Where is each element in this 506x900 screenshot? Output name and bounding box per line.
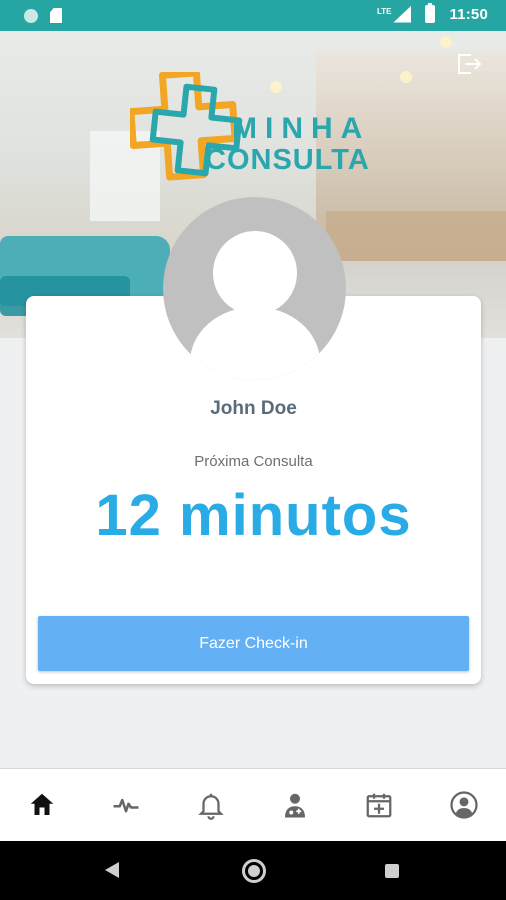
checkin-button[interactable]: Fazer Check-in	[38, 616, 469, 671]
appointment-countdown: 12 minutos	[95, 483, 412, 548]
calendar-plus-icon	[367, 793, 392, 818]
nav-schedule[interactable]	[349, 780, 409, 830]
logo-text-minha: MINHA	[232, 112, 371, 145]
home-button-icon[interactable]	[242, 859, 266, 883]
bell-icon	[198, 793, 224, 820]
notification-dot-icon	[24, 8, 38, 23]
user-name: John Doe	[210, 398, 297, 419]
nav-vitals[interactable]	[96, 780, 156, 830]
logout-icon[interactable]	[456, 52, 482, 76]
account-circle-icon	[450, 791, 478, 819]
status-bar: LTE 11:50	[0, 0, 506, 31]
nav-home[interactable]	[12, 780, 72, 830]
back-icon[interactable]	[105, 862, 119, 878]
signal-icon	[393, 5, 412, 23]
next-appointment-label: Próxima Consulta	[194, 453, 313, 470]
pulse-icon	[113, 798, 139, 813]
logo-text-consulta: CONSULTA	[205, 144, 370, 176]
home-icon	[30, 793, 54, 815]
bottom-navigation	[0, 768, 506, 841]
status-clock: 11:50	[449, 5, 488, 23]
nav-profile[interactable]	[434, 780, 494, 830]
nav-notifications[interactable]	[181, 780, 241, 830]
avatar[interactable]	[163, 197, 346, 380]
battery-icon	[425, 3, 436, 23]
system-navigation-bar	[0, 841, 506, 900]
recents-icon[interactable]	[385, 864, 399, 878]
network-type: LTE	[376, 6, 392, 16]
nav-doctors[interactable]	[265, 780, 325, 830]
doctor-icon	[285, 793, 306, 818]
sd-card-icon	[50, 8, 62, 23]
